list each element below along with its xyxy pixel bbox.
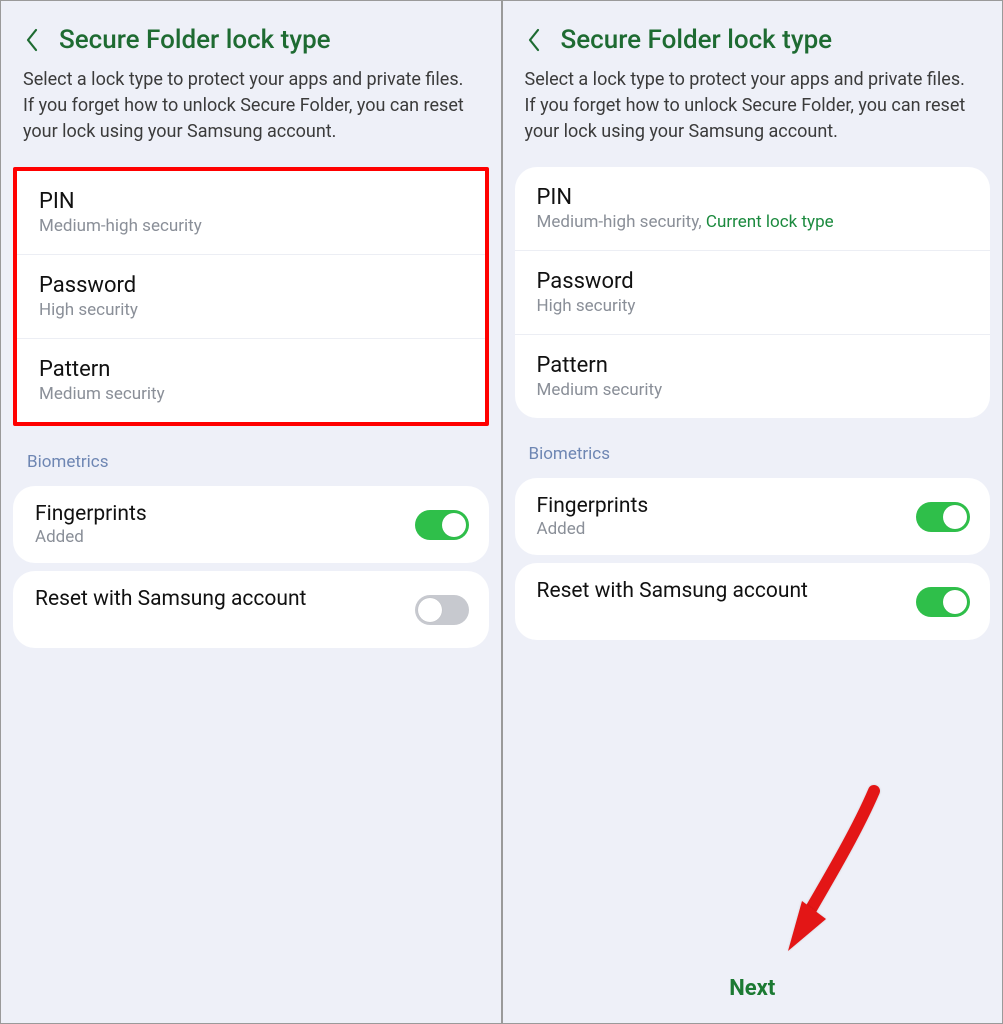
option-pin[interactable]: PIN Medium-high security: [17, 171, 485, 255]
lock-type-list: PIN Medium-high security, Current lock t…: [515, 167, 991, 418]
row-fingerprints[interactable]: Fingerprints Added: [515, 478, 991, 555]
row-text: Fingerprints Added: [35, 502, 147, 547]
header: Secure Folder lock type: [1, 1, 501, 67]
toggle-fingerprints[interactable]: [916, 502, 970, 532]
option-title: Password: [39, 273, 463, 298]
screen-left: Secure Folder lock type Select a lock ty…: [0, 0, 502, 1024]
fingerprints-card: Fingerprints Added: [515, 478, 991, 555]
security-level: Medium-high security,: [537, 212, 702, 232]
option-title: PIN: [537, 185, 969, 210]
row-title: Reset with Samsung account: [537, 579, 808, 603]
row-subtitle: Added: [537, 519, 649, 539]
toggle-reset-samsung[interactable]: [916, 587, 970, 617]
row-title: Fingerprints: [35, 502, 147, 526]
current-lock-badge: Current lock type: [706, 212, 834, 232]
lock-type-list-highlighted: PIN Medium-high security Password High s…: [13, 167, 489, 426]
option-subtitle: Medium-high security, Current lock type: [537, 212, 969, 232]
option-subtitle: Medium-high security: [39, 216, 463, 236]
row-text: Reset with Samsung account: [537, 579, 808, 624]
next-button[interactable]: Next: [503, 976, 1003, 1001]
row-reset-samsung[interactable]: Reset with Samsung account: [13, 571, 489, 648]
row-text: Fingerprints Added: [537, 494, 649, 539]
row-reset-samsung[interactable]: Reset with Samsung account: [515, 563, 991, 640]
toggle-reset-samsung[interactable]: [415, 595, 469, 625]
option-subtitle: High security: [537, 296, 969, 316]
page-description: Select a lock type to protect your apps …: [503, 67, 1003, 159]
row-subtitle: Added: [35, 527, 147, 547]
back-icon[interactable]: [525, 26, 543, 54]
option-password[interactable]: Password High security: [17, 255, 485, 339]
row-subtitle: [537, 604, 808, 624]
annotation-arrow-icon: [756, 783, 896, 963]
row-title: Reset with Samsung account: [35, 587, 306, 611]
option-password[interactable]: Password High security: [515, 251, 991, 335]
reset-card: Reset with Samsung account: [13, 571, 489, 648]
toggle-fingerprints[interactable]: [415, 510, 469, 540]
option-pin[interactable]: PIN Medium-high security, Current lock t…: [515, 167, 991, 251]
option-title: PIN: [39, 189, 463, 214]
section-label-biometrics: Biometrics: [1, 434, 501, 478]
fingerprints-card: Fingerprints Added: [13, 486, 489, 563]
row-subtitle: [35, 612, 306, 632]
back-icon[interactable]: [23, 26, 41, 54]
section-label-biometrics: Biometrics: [503, 426, 1003, 470]
option-subtitle: Medium security: [537, 380, 969, 400]
row-fingerprints[interactable]: Fingerprints Added: [13, 486, 489, 563]
option-title: Password: [537, 269, 969, 294]
option-subtitle: Medium security: [39, 384, 463, 404]
row-title: Fingerprints: [537, 494, 649, 518]
option-title: Pattern: [537, 353, 969, 378]
page-description: Select a lock type to protect your apps …: [1, 67, 501, 159]
header: Secure Folder lock type: [503, 1, 1003, 67]
option-pattern[interactable]: Pattern Medium security: [515, 335, 991, 418]
page-title: Secure Folder lock type: [561, 25, 833, 55]
page-title: Secure Folder lock type: [59, 25, 331, 55]
option-subtitle: High security: [39, 300, 463, 320]
screen-right: Secure Folder lock type Select a lock ty…: [502, 0, 1003, 1024]
option-pattern[interactable]: Pattern Medium security: [17, 339, 485, 422]
row-text: Reset with Samsung account: [35, 587, 306, 632]
reset-card: Reset with Samsung account: [515, 563, 991, 640]
option-title: Pattern: [39, 357, 463, 382]
